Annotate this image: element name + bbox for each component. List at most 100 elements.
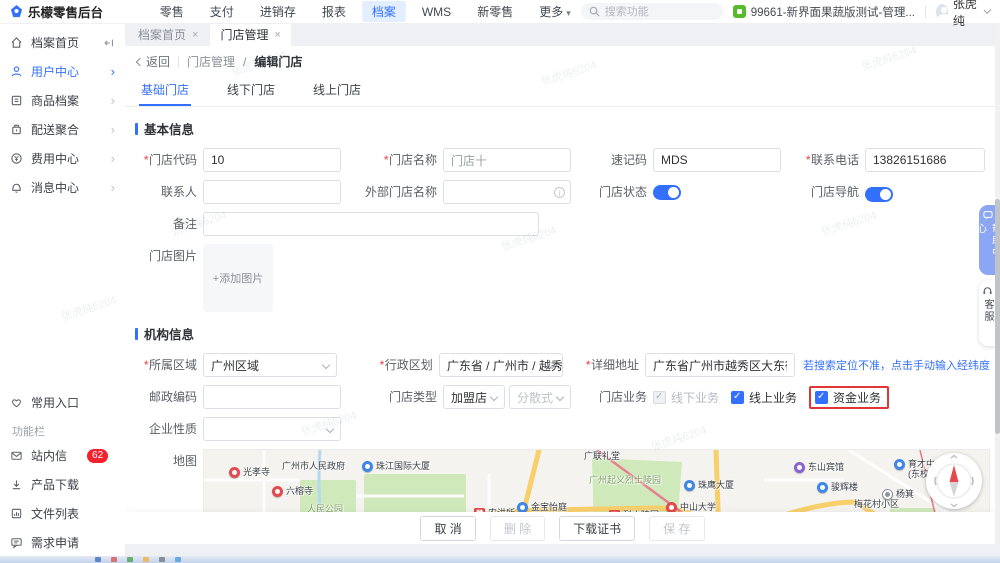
chevron-right-icon: ›: [111, 123, 115, 136]
sidebar-item-fee-center[interactable]: 费用中心 ›: [0, 144, 125, 173]
taskbar-icon[interactable]: [143, 557, 149, 562]
store-nav-toggle[interactable]: [865, 187, 893, 202]
poi-label: 光孝寺: [243, 467, 270, 477]
workspace-tab[interactable]: 档案首页 ×: [128, 23, 208, 46]
workspace-tab[interactable]: 门店管理 ×: [210, 23, 290, 46]
store-name-label: *门店名称: [341, 148, 443, 172]
form-action-button[interactable]: 取 消: [420, 516, 475, 541]
map-poi[interactable]: 广州市人民政府: [282, 461, 345, 471]
map-poi[interactable]: 光孝寺: [229, 467, 270, 478]
section-basic-info: 基本信息: [135, 119, 990, 138]
sidebar-item-request[interactable]: 需求申请: [0, 528, 125, 557]
store-type-tab[interactable]: 基础门店: [139, 77, 191, 106]
top-menu-item[interactable]: 支付: [200, 1, 244, 22]
taskbar[interactable]: [0, 556, 1000, 563]
store-type-tab[interactable]: 线下门店: [225, 77, 277, 106]
map-poi[interactable]: 珠鹰大厦: [684, 480, 734, 491]
taskbar-icon[interactable]: [95, 557, 101, 562]
tenant-switcher[interactable]: 99661-新界面果蔬版测试-管理...: [733, 4, 915, 20]
form-action-button[interactable]: 下载证书: [559, 516, 635, 541]
sidebar-item-delivery[interactable]: 配送聚合 ›: [0, 115, 125, 144]
user-menu[interactable]: 张虎纯: [936, 0, 990, 29]
map-poi[interactable]: 珠江国际大厦: [362, 461, 430, 472]
taskbar-icon[interactable]: [159, 557, 165, 562]
sidebar-item-label: 站内信: [31, 447, 67, 464]
mnemonic-input[interactable]: [653, 148, 781, 172]
avatar: [936, 4, 948, 20]
address-input[interactable]: [645, 353, 795, 377]
customer-service-button[interactable]: 客服: [979, 280, 996, 346]
top-menu-item[interactable]: 更多: [529, 1, 581, 22]
contact-input[interactable]: [203, 180, 341, 204]
store-code-input[interactable]: [203, 148, 341, 172]
map-compass[interactable]: [926, 453, 982, 509]
goods-icon: [10, 94, 23, 107]
tab-close-icon[interactable]: ×: [274, 29, 280, 41]
map-poi[interactable]: 骏辉楼: [817, 482, 858, 493]
sidebar-item-user-center[interactable]: 用户中心 ›: [0, 57, 125, 86]
business-checkbox[interactable]: 线下业务: [653, 389, 719, 406]
taskbar-icon[interactable]: [127, 557, 133, 562]
help-center-button[interactable]: 帮助中心: [979, 205, 996, 275]
store-subtype-select[interactable]: 分散式: [509, 385, 571, 409]
top-navbar: 乐檬零售后台 零售支付进销存报表档案WMS新零售更多 99661-新界面果蔬版测…: [0, 0, 1000, 24]
store-image-label: 门店图片: [135, 244, 203, 268]
sidebar-item-archive-home[interactable]: 档案首页: [0, 28, 125, 57]
download-icon: [10, 478, 23, 491]
top-menu-item[interactable]: WMS: [412, 3, 461, 21]
map-poi[interactable]: 东山宾馆: [794, 462, 844, 473]
tenant-name: 99661-新界面果蔬版测试-管理...: [751, 4, 915, 20]
checkbox-icon: [815, 391, 828, 404]
sidebar-item-product-download[interactable]: 产品下载: [0, 470, 125, 499]
remark-input[interactable]: [203, 212, 539, 236]
store-name-input[interactable]: [443, 148, 571, 172]
map-poi[interactable]: 杨箕: [882, 489, 914, 500]
store-type-tab[interactable]: 线上门店: [311, 77, 363, 106]
top-menu-item[interactable]: 进销存: [250, 1, 306, 22]
district-label: *行政区划: [337, 353, 439, 377]
external-name-input[interactable]: [443, 180, 571, 204]
map-poi[interactable]: 梅花村小区: [854, 499, 899, 509]
taskbar-icon[interactable]: [111, 557, 117, 562]
business-checkbox[interactable]: 资金业务: [809, 386, 889, 409]
top-menu-item[interactable]: 零售: [150, 1, 194, 22]
chevron-right-icon: ›: [111, 94, 115, 107]
business-checkbox[interactable]: 线上业务: [731, 389, 797, 406]
info-icon[interactable]: i: [554, 187, 565, 198]
taskbar-icon[interactable]: [175, 557, 181, 562]
checkbox-label: 线上业务: [749, 389, 797, 406]
sidebar-item-goods-archive[interactable]: 商品档案 ›: [0, 86, 125, 115]
map-poi[interactable]: 广州起义烈士陵园: [589, 475, 661, 485]
sidebar-item-favorites[interactable]: 常用入口: [0, 388, 125, 417]
sidebar-item-message-center[interactable]: 消息中心 ›: [0, 173, 125, 202]
map-poi[interactable]: 广联礼堂: [584, 451, 620, 461]
map-poi[interactable]: 六榕寺: [272, 486, 313, 497]
district-select[interactable]: 广东省 / 广州市 / 越秀区: [439, 353, 563, 377]
checkbox-label: 资金业务: [833, 389, 881, 406]
add-image-button[interactable]: +添加图片: [203, 244, 273, 312]
top-menu-item[interactable]: 档案: [362, 1, 406, 22]
phone-input[interactable]: [865, 148, 985, 172]
top-menu-item[interactable]: 新零售: [467, 1, 523, 22]
store-status-toggle[interactable]: [653, 185, 681, 200]
form-action-button[interactable]: 保 存: [649, 516, 704, 541]
page-scrollbar[interactable]: [995, 24, 1000, 545]
search-input[interactable]: [605, 6, 715, 18]
manual-coordinates-link[interactable]: 若搜索定位不准，点击手动输入经纬度: [803, 357, 990, 373]
scrollbar-thumb[interactable]: [995, 199, 1000, 434]
region-select[interactable]: 广州区域: [203, 353, 337, 377]
collapse-sidebar-icon[interactable]: [103, 37, 115, 49]
sidebar-item-label: 消息中心: [31, 179, 79, 196]
form-action-button[interactable]: 删 除: [490, 516, 545, 541]
back-button[interactable]: 返回: [137, 53, 170, 70]
enterprise-select[interactable]: [203, 417, 341, 441]
store-type-select[interactable]: 加盟店: [443, 385, 505, 409]
postcode-input[interactable]: [203, 385, 341, 409]
address-label: *详细地址: [563, 353, 645, 377]
top-menu-item[interactable]: 报表: [312, 1, 356, 22]
poi-label: 广联礼堂: [584, 451, 620, 461]
sidebar-item-file-list[interactable]: 文件列表: [0, 499, 125, 528]
tab-close-icon[interactable]: ×: [192, 29, 198, 41]
global-search[interactable]: [581, 3, 723, 20]
sidebar-item-inbox[interactable]: 站内信 62: [0, 441, 125, 470]
